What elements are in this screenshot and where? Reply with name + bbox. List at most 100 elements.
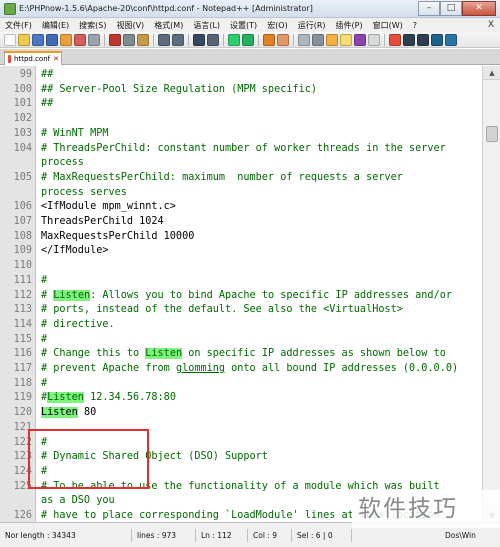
line-number: 118 <box>13 377 32 389</box>
menu-plugins[interactable]: 插件(P) <box>331 20 368 31</box>
paste-icon[interactable] <box>137 33 149 46</box>
minimize-button[interactable]: – <box>418 1 440 16</box>
line-number: 120 <box>13 407 32 419</box>
code-line: # directive. <box>41 318 115 330</box>
line-number: 101 <box>13 98 32 110</box>
save-icon[interactable] <box>32 33 44 46</box>
find-icon[interactable] <box>193 33 205 46</box>
line-number: 115 <box>13 333 32 345</box>
play-macro-icon[interactable] <box>417 33 429 46</box>
cut-icon[interactable] <box>109 33 121 46</box>
unsaved-file-icon <box>8 55 12 63</box>
menu-edit[interactable]: 编辑(E) <box>37 20 74 31</box>
code-line: MaxRequestsPerChild 10000 <box>41 230 195 242</box>
line-number: 105 <box>13 171 32 183</box>
toolbar-separator <box>153 33 154 46</box>
status-column: Col : 9 <box>248 528 292 542</box>
status-line: Ln : 112 <box>196 528 248 542</box>
search-highlight: Listen <box>145 348 183 360</box>
notepad-plus-plus-icon <box>4 2 16 15</box>
document-map-icon[interactable] <box>354 33 366 46</box>
menu-macro[interactable]: 宏(O) <box>262 20 293 31</box>
menu-settings[interactable]: 设置(T) <box>225 20 262 31</box>
sync-vertical-icon[interactable] <box>263 33 275 46</box>
line-number: 100 <box>13 83 32 95</box>
maximize-button[interactable]: □ <box>440 1 462 16</box>
line-number: 126 <box>13 510 32 521</box>
menu-format[interactable]: 格式(M) <box>149 20 188 31</box>
code-line: # Listen: Allows you to bind Apache to s… <box>41 289 452 301</box>
status-eol-format: Dos\Win <box>445 530 476 540</box>
stop-recording-icon[interactable] <box>403 33 415 46</box>
replace-icon[interactable] <box>207 33 219 46</box>
scroll-up-arrow-icon[interactable]: ▲ <box>483 66 500 80</box>
code-line: ThreadsPerChild 1024 <box>41 216 164 227</box>
menu-window[interactable]: 窗口(W) <box>368 20 408 31</box>
zoom-in-icon[interactable] <box>228 33 240 46</box>
line-number: 111 <box>13 274 32 286</box>
menu-file[interactable]: 文件(F) <box>0 20 37 31</box>
line-number: 114 <box>13 318 32 330</box>
line-number: 109 <box>13 245 32 257</box>
code-line: Listen 80 <box>41 407 97 419</box>
code-line: #Listen 12.34.56.78:80 <box>41 392 176 404</box>
new-file-icon[interactable] <box>4 33 16 46</box>
toolbar-separator <box>188 33 189 46</box>
tab-httpd-conf[interactable]: httpd.conf ✕ <box>4 51 62 65</box>
tab-label: httpd.conf <box>14 55 51 63</box>
close-button[interactable]: ✕ <box>462 1 496 16</box>
scroll-thumb[interactable] <box>486 126 498 142</box>
code-line: # WinNT MPM <box>41 127 109 139</box>
zoom-out-icon[interactable] <box>242 33 254 46</box>
sync-horizontal-icon[interactable] <box>277 33 289 46</box>
undo-icon[interactable] <box>158 33 170 46</box>
user-language-icon[interactable] <box>340 33 352 46</box>
copy-icon[interactable] <box>123 33 135 46</box>
code-line: # ThreadsPerChild: constant number of wo… <box>41 142 446 154</box>
line-number: 102 <box>13 113 32 125</box>
line-number: 108 <box>13 230 32 242</box>
menu-help[interactable]: ? <box>408 21 422 30</box>
code-line: # <box>41 377 48 389</box>
code-line: # <box>41 274 48 286</box>
menu-run[interactable]: 运行(R) <box>293 20 331 31</box>
close-all-icon[interactable] <box>74 33 86 46</box>
function-list-icon[interactable] <box>368 33 380 46</box>
menu-view[interactable]: 视图(V) <box>111 20 149 31</box>
code-line: # MaxRequestsPerChild: maximum number of… <box>41 171 403 183</box>
search-highlight: Listen <box>53 289 91 301</box>
menu-search[interactable]: 搜索(S) <box>74 20 111 31</box>
run-macro-multiple-icon[interactable] <box>431 33 443 46</box>
status-lines: lines : 973 <box>132 528 196 542</box>
show-all-chars-icon[interactable] <box>312 33 324 46</box>
tab-close-icon[interactable]: ✕ <box>53 55 59 63</box>
print-icon[interactable] <box>88 33 100 46</box>
indent-guide-icon[interactable] <box>326 33 338 46</box>
menu-language[interactable]: 语言(L) <box>188 20 225 31</box>
line-number: 107 <box>13 216 32 227</box>
line-number: 106 <box>13 201 32 213</box>
window-controls: – □ ✕ <box>418 1 496 16</box>
search-highlight: Listen <box>41 407 78 419</box>
code-editor[interactable]: 99 ## 100 ## Server-Pool Size Regulation (M… <box>0 66 482 522</box>
toolbar-separator <box>258 33 259 46</box>
code-line: # prevent Apache from glomming onto all … <box>41 363 459 374</box>
close-document-button[interactable]: X <box>488 20 494 30</box>
close-file-icon[interactable] <box>60 33 72 46</box>
spell-check-underline: glomming <box>175 363 226 374</box>
redo-icon[interactable] <box>172 33 184 46</box>
line-number: 113 <box>13 304 32 316</box>
status-length: Nor length : 34343 <box>0 528 132 542</box>
line-number: 116 <box>13 348 32 360</box>
status-selection: Sel : 6 | 0 <box>292 528 352 542</box>
record-macro-icon[interactable] <box>389 33 401 46</box>
code-line: <IfModule mpm_winnt.c> <box>41 201 176 213</box>
line-number: 117 <box>13 363 32 374</box>
save-all-icon[interactable] <box>46 33 58 46</box>
code-line: # <box>41 333 48 345</box>
open-file-icon[interactable] <box>18 33 30 46</box>
menu-bar: 文件(F) 编辑(E) 搜索(S) 视图(V) 格式(M) 语言(L) 设置(T… <box>0 18 500 32</box>
save-macro-icon[interactable] <box>445 33 457 46</box>
word-wrap-icon[interactable] <box>298 33 310 46</box>
vertical-scrollbar[interactable]: ▲ ▼ <box>482 66 500 522</box>
